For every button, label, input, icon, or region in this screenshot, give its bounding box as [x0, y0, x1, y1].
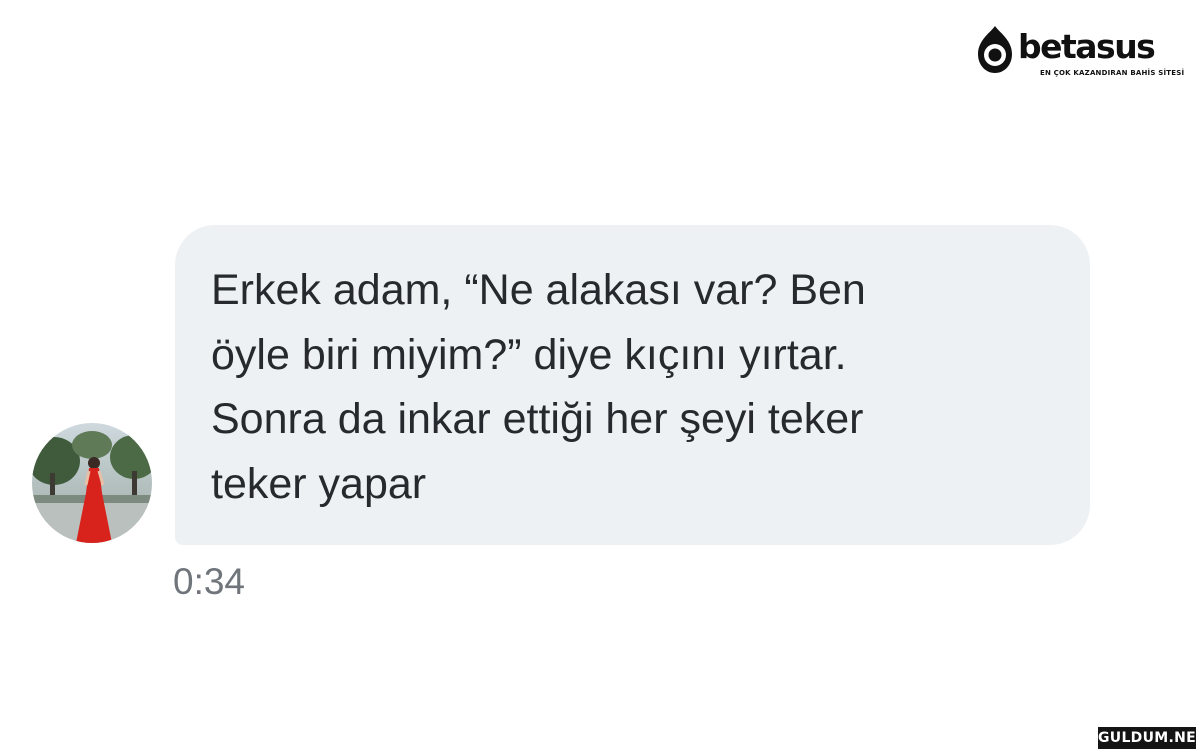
- message-timestamp: 0:34: [173, 561, 246, 602]
- profile-photo-icon: [32, 423, 152, 543]
- avatar[interactable]: [32, 423, 152, 543]
- brand-name: betasus: [1018, 27, 1156, 66]
- brand-logo-icon: [978, 26, 1012, 73]
- brand-tagline: EN ÇOK KAZANDIRAN BAHİS SİTESİ: [1040, 69, 1185, 77]
- message-text: Erkek adam, “Ne alakası var? Ben öyle bi…: [211, 266, 866, 508]
- message-bubble[interactable]: Erkek adam, “Ne alakası var? Ben öyle bi…: [175, 225, 1090, 545]
- watermark: GULDUM.NET: [1098, 727, 1200, 749]
- brand-logo: betasus EN ÇOK KAZANDIRAN BAHİS SİTESİ: [968, 18, 1185, 88]
